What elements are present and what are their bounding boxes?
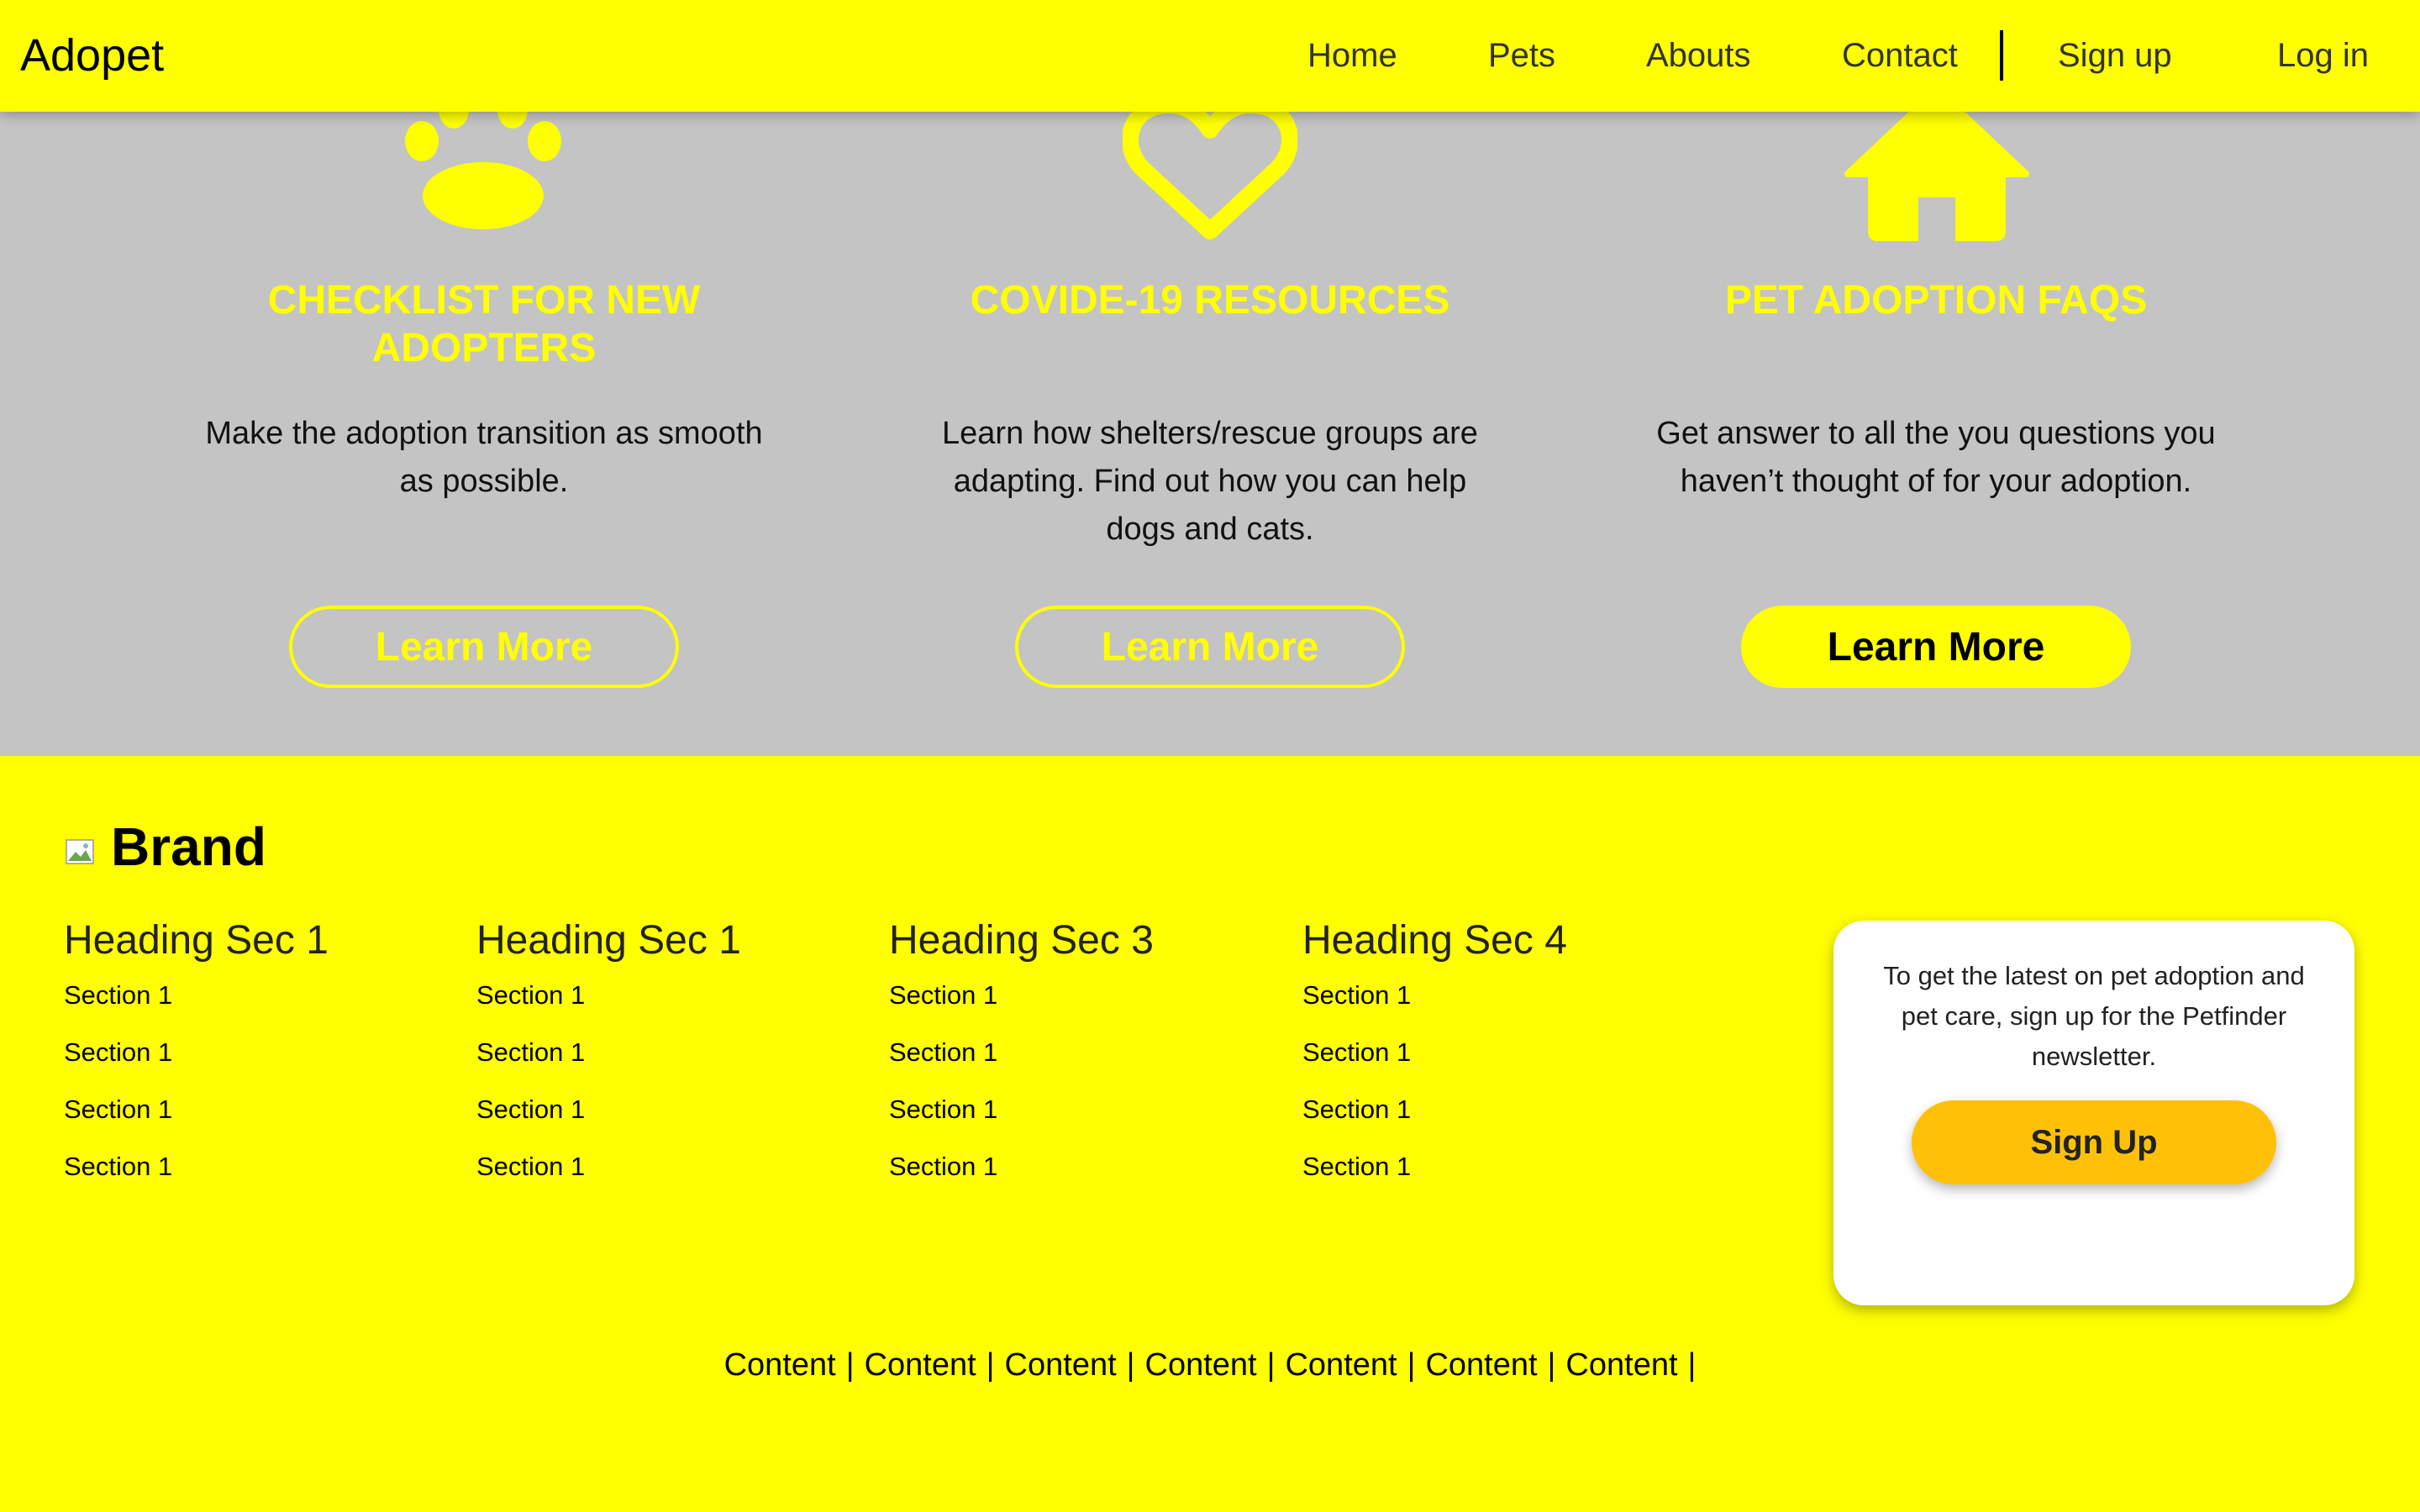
house-icon — [1844, 112, 2029, 241]
learn-more-button[interactable]: Learn More — [1741, 606, 2131, 688]
newsletter-text: To get the latest on pet adoption and pe… — [1883, 961, 2305, 1071]
footer-link[interactable]: Section 1 — [64, 1094, 434, 1151]
navbar: Adopet Home Pets Abouts Contact Sign up … — [0, 0, 2420, 112]
footer-brand[interactable]: Brand — [66, 815, 266, 879]
footer-link[interactable]: Section 1 — [1302, 1037, 1672, 1094]
footer-link[interactable]: Section 1 — [476, 1094, 846, 1151]
paw-icon — [405, 112, 561, 229]
learn-more-button[interactable]: Learn More — [1015, 606, 1405, 688]
nav-abouts[interactable]: Abouts — [1646, 35, 1751, 76]
feature-description: Get answer to all the you questions you … — [1656, 416, 2216, 499]
footer-link[interactable]: Section 1 — [1302, 1151, 1672, 1208]
separator: | — [1126, 1347, 1135, 1383]
nav-signup[interactable]: Sign up — [2058, 35, 2172, 76]
footer-column-heading: Heading Sec 3 — [889, 918, 1154, 963]
footer-brand-text: Brand — [111, 816, 266, 877]
footer-link[interactable]: Section 1 — [1302, 979, 1672, 1037]
footer-link[interactable]: Section 1 — [889, 1151, 1259, 1208]
separator: | — [986, 1347, 995, 1383]
site-logo-text[interactable]: Adopet — [20, 29, 164, 82]
footer-column: Heading Sec 3 Section 1 Section 1 Sectio… — [889, 916, 1259, 1208]
bottom-link[interactable]: Content — [1565, 1347, 1677, 1383]
feature-description: Make the adoption transition as smooth a… — [205, 416, 763, 499]
bottom-link[interactable]: Content — [1285, 1347, 1397, 1383]
nav-login[interactable]: Log in — [2277, 35, 2369, 76]
separator: | — [1687, 1347, 1697, 1383]
separator: | — [1547, 1347, 1556, 1383]
broken-image-icon — [66, 839, 94, 864]
bottom-link[interactable]: Content — [865, 1347, 976, 1383]
newsletter-signup-button[interactable]: Sign Up — [1912, 1100, 2276, 1184]
learn-more-button[interactable]: Learn More — [289, 606, 679, 688]
footer-link[interactable]: Section 1 — [1302, 1094, 1672, 1151]
footer-column-heading: Heading Sec 1 — [64, 918, 329, 963]
bottom-link[interactable]: Content — [1425, 1347, 1537, 1383]
footer-link[interactable]: Section 1 — [889, 979, 1259, 1037]
separator: | — [1266, 1347, 1276, 1383]
bottom-link[interactable]: Content — [1145, 1347, 1257, 1383]
separator: | — [1407, 1347, 1416, 1383]
footer-link[interactable]: Section 1 — [889, 1094, 1259, 1151]
newsletter-card: To get the latest on pet adoption and pe… — [1833, 921, 2354, 1305]
footer-link[interactable]: Section 1 — [64, 1151, 434, 1208]
footer-link[interactable]: Section 1 — [476, 979, 846, 1037]
footer-link[interactable]: Section 1 — [64, 979, 434, 1037]
nav-pets[interactable]: Pets — [1488, 35, 1555, 76]
footer-column: Heading Sec 4 Section 1 Section 1 Sectio… — [1302, 916, 1672, 1208]
feature-title: PET ADOPTION FAQS — [1724, 278, 2148, 323]
footer-column: Heading Sec 1 Section 1 Section 1 Sectio… — [476, 916, 846, 1208]
bottom-links: Content | Content | Content | Content | Content |… — [0, 1344, 2420, 1386]
feature-title: CHECKLIST FOR NEW ADOPTERS — [267, 278, 701, 370]
footer-link[interactable]: Section 1 — [476, 1037, 846, 1094]
nav-divider — [2000, 30, 2003, 81]
bottom-link[interactable]: Content — [1005, 1347, 1117, 1383]
footer-link[interactable]: Section 1 — [889, 1037, 1259, 1094]
footer-column-heading: Heading Sec 1 — [476, 918, 741, 963]
heart-icon — [1123, 112, 1297, 239]
feature-description: Learn how shelters/rescue groups are ada… — [942, 416, 1478, 547]
features-section: CHECKLIST FOR NEW ADOPTERS Make the adop… — [0, 112, 2420, 756]
feature-title: COVIDE-19 RESOURCES — [970, 278, 1450, 323]
footer-link[interactable]: Section 1 — [476, 1151, 846, 1208]
footer-column: Heading Sec 1 Section 1 Section 1 Sectio… — [64, 916, 434, 1208]
nav-home[interactable]: Home — [1307, 35, 1397, 76]
footer-column-heading: Heading Sec 4 — [1302, 918, 1567, 963]
bottom-link[interactable]: Content — [724, 1347, 836, 1383]
nav-contact[interactable]: Contact — [1842, 35, 1958, 76]
separator: | — [845, 1347, 855, 1383]
footer-link[interactable]: Section 1 — [64, 1037, 434, 1094]
